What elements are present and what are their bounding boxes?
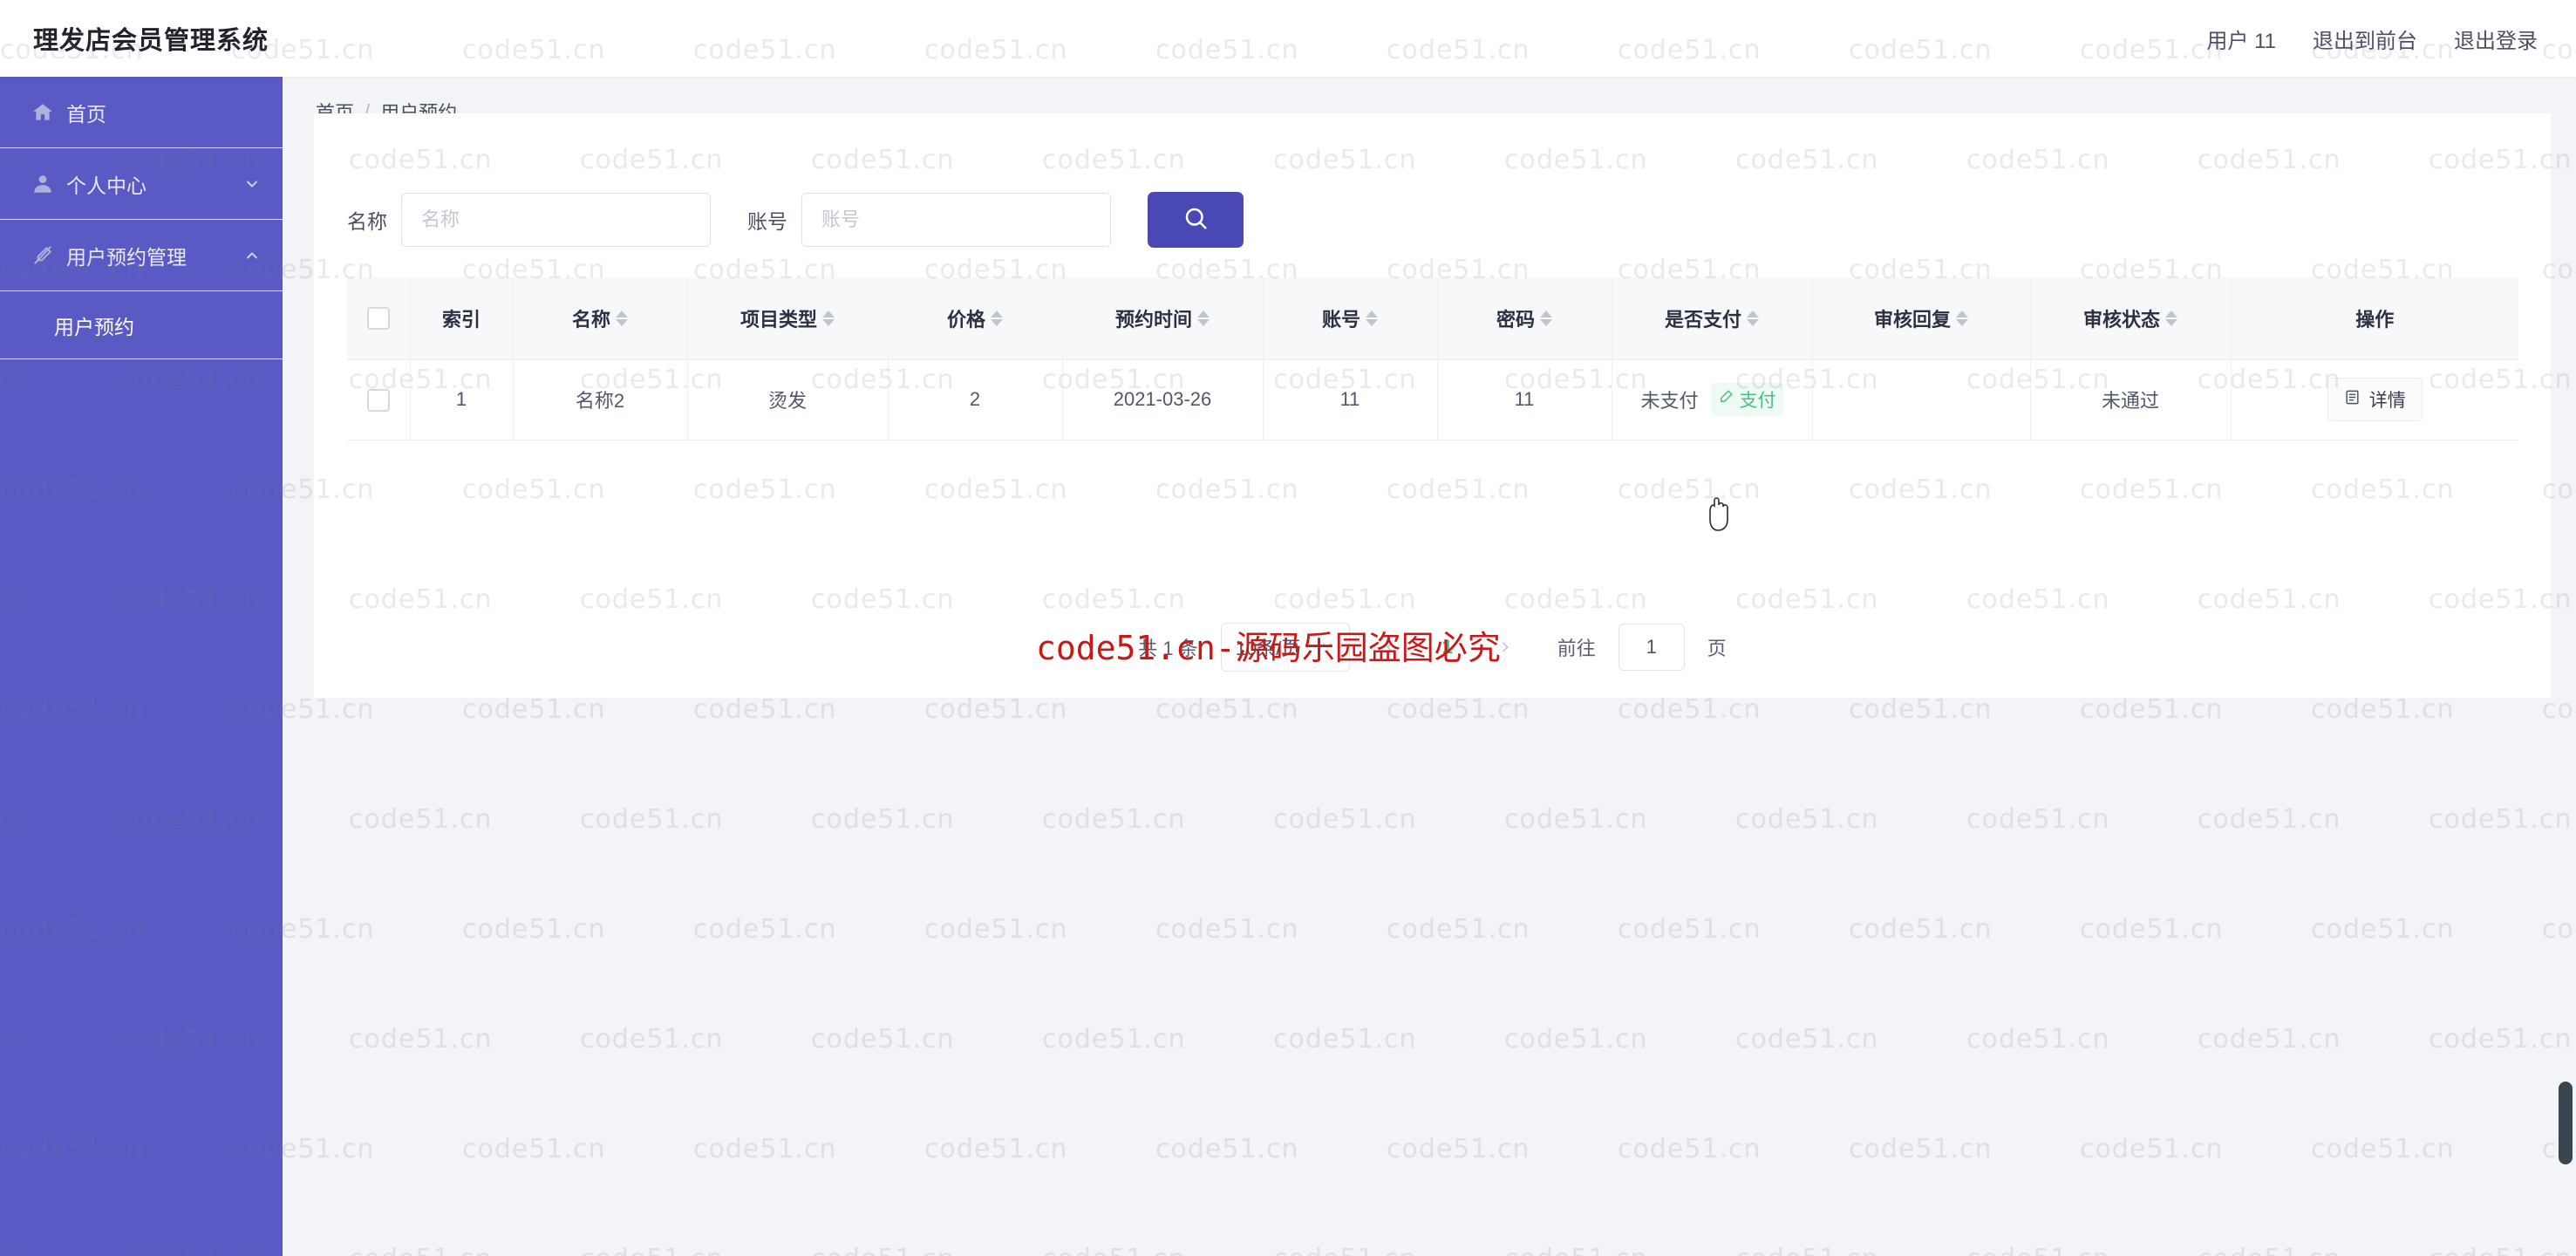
sidebar-subitem-user-appointment-label: 用户预约 [54, 315, 134, 338]
table-header-appointment-time-label: 预约时间 [1114, 308, 1192, 331]
sort-icon[interactable] [1540, 310, 1552, 326]
header-link-logout[interactable]: 退出登录 [2454, 24, 2538, 54]
header-links: 用户 11 退出到前台 退出登录 [2206, 24, 2538, 54]
table-header-name[interactable]: 名称 [513, 277, 688, 360]
table-header-project-type-label: 项目类型 [739, 308, 817, 331]
table-header-operation-label: 操作 [2355, 308, 2395, 331]
cell-name: 名称2 [513, 359, 688, 440]
cell-pay-status: 未支付 支付 [1612, 359, 1813, 440]
table-header-select-all [347, 277, 411, 360]
table-row: 1 名称2 烫发 2 2021-03-26 11 11 未支付 支付 未通过 详… [347, 359, 2518, 440]
table-header-audit-status[interactable]: 审核状态 [2030, 277, 2232, 360]
table-header-audit-reply[interactable]: 审核回复 [1812, 277, 2031, 360]
sidebar-item-home[interactable]: 首页 [0, 77, 283, 148]
watermark-notice: code51.cn-源码乐园盗图必究 [1036, 629, 1501, 667]
edit-icon [1718, 389, 1734, 410]
user-icon [30, 171, 56, 197]
edit-slash-icon [30, 242, 56, 269]
table-header-account-label: 账号 [1321, 308, 1360, 331]
sort-icon[interactable] [2165, 310, 2177, 326]
cell-account: 11 [1263, 359, 1438, 440]
header-link-user[interactable]: 用户 11 [2206, 24, 2276, 54]
search-label-account: 账号 [747, 210, 787, 233]
pagination-jump-suffix: 页 [1707, 638, 1727, 659]
search-icon [1182, 205, 1209, 236]
sidebar-item-personal-center[interactable]: 个人中心 [0, 148, 283, 220]
table-header-row: 索引 名称 项目类型 价格 预约时间 账号 密码 是否支付 审核回复 审核状态 … [347, 277, 2518, 360]
sidebar-item-appointment-management[interactable]: 用户预约管理 [0, 220, 283, 291]
table-header-audit-reply-label: 审核回复 [1873, 308, 1951, 331]
sort-icon[interactable] [1366, 310, 1378, 326]
table-header-pay-status-label: 是否支付 [1664, 308, 1741, 331]
search-field-account: 账号 [747, 193, 1111, 247]
pagination-jump-label: 前往 [1557, 638, 1596, 659]
search-label-name: 名称 [347, 210, 387, 233]
detail-button-label: 详情 [2368, 391, 2406, 411]
sidebar: 首页 个人中心 用户预约管理 用户预约 [0, 77, 283, 1256]
table-header-project-type[interactable]: 项目类型 [687, 277, 889, 360]
sidebar-item-appointment-management-label: 用户预约管理 [66, 245, 187, 269]
table-header-password[interactable]: 密码 [1437, 277, 1612, 360]
sidebar-item-home-label: 首页 [66, 102, 106, 126]
table-header-index-label: 索引 [441, 308, 480, 331]
cell-price: 2 [888, 359, 1063, 440]
search-input-account[interactable] [801, 193, 1111, 247]
cell-audit-reply [1812, 359, 2031, 440]
home-icon [30, 99, 56, 126]
header-link-exit-to-frontend[interactable]: 退出到前台 [2313, 24, 2417, 54]
table-header-account[interactable]: 账号 [1263, 277, 1438, 360]
pay-status-text: 未支付 [1640, 390, 1699, 412]
cell-appointment-time: 2021-03-26 [1062, 359, 1264, 440]
vertical-scrollbar-thumb[interactable] [2559, 1082, 2573, 1164]
search-button[interactable] [1148, 192, 1244, 248]
search-input-name[interactable] [401, 193, 711, 247]
table-header-name-label: 名称 [571, 308, 610, 331]
sort-icon[interactable] [822, 310, 835, 326]
sidebar-item-personal-center-label: 个人中心 [66, 174, 147, 197]
content-card: 名称 账号 [314, 113, 2551, 698]
detail-icon [2344, 389, 2361, 411]
sort-icon[interactable] [1956, 310, 1968, 326]
table-header-audit-status-label: 审核状态 [2082, 308, 2160, 331]
chevron-down-icon[interactable] [242, 174, 262, 194]
search-field-name: 名称 [347, 193, 711, 247]
pagination-jump-input[interactable] [1618, 624, 1685, 671]
row-select-cell [347, 359, 411, 440]
cell-operation: 详情 [2231, 359, 2518, 440]
cell-password: 11 [1437, 359, 1612, 440]
search-toolbar: 名称 账号 [347, 192, 1244, 248]
table-header-operation: 操作 [2231, 277, 2518, 360]
cell-project-type: 烫发 [687, 359, 889, 440]
table-header-pay-status[interactable]: 是否支付 [1612, 277, 1813, 360]
sort-icon[interactable] [991, 310, 1003, 326]
chevron-up-icon[interactable] [242, 246, 262, 265]
cell-audit-status: 未通过 [2030, 359, 2232, 440]
cell-index: 1 [410, 359, 514, 440]
data-table: 索引 名称 项目类型 价格 预约时间 账号 密码 是否支付 审核回复 审核状态 … [347, 277, 2518, 440]
table-header-password-label: 密码 [1496, 308, 1535, 331]
data-table-wrapper: 索引 名称 项目类型 价格 预约时间 账号 密码 是否支付 审核回复 审核状态 … [347, 277, 2518, 440]
pay-action-button[interactable]: 支付 [1710, 383, 1783, 416]
table-header-index: 索引 [410, 277, 514, 360]
pay-action-label: 支付 [1739, 391, 1776, 411]
sort-icon[interactable] [1197, 310, 1210, 326]
page-title: 理发店会员管理系统 [33, 27, 269, 55]
table-header-appointment-time[interactable]: 预约时间 [1062, 277, 1264, 360]
table-header-price-label: 价格 [946, 308, 985, 331]
top-header-bar: 理发店会员管理系统 用户 11 退出到前台 退出登录 [0, 0, 2576, 77]
sort-icon[interactable] [616, 310, 628, 326]
select-all-checkbox[interactable] [366, 307, 390, 331]
table-header-price[interactable]: 价格 [888, 277, 1063, 360]
sort-icon[interactable] [1747, 310, 1759, 326]
sidebar-subitem-user-appointment[interactable]: 用户预约 [0, 291, 283, 359]
row-checkbox[interactable] [366, 388, 390, 412]
detail-button[interactable]: 详情 [2327, 378, 2423, 421]
